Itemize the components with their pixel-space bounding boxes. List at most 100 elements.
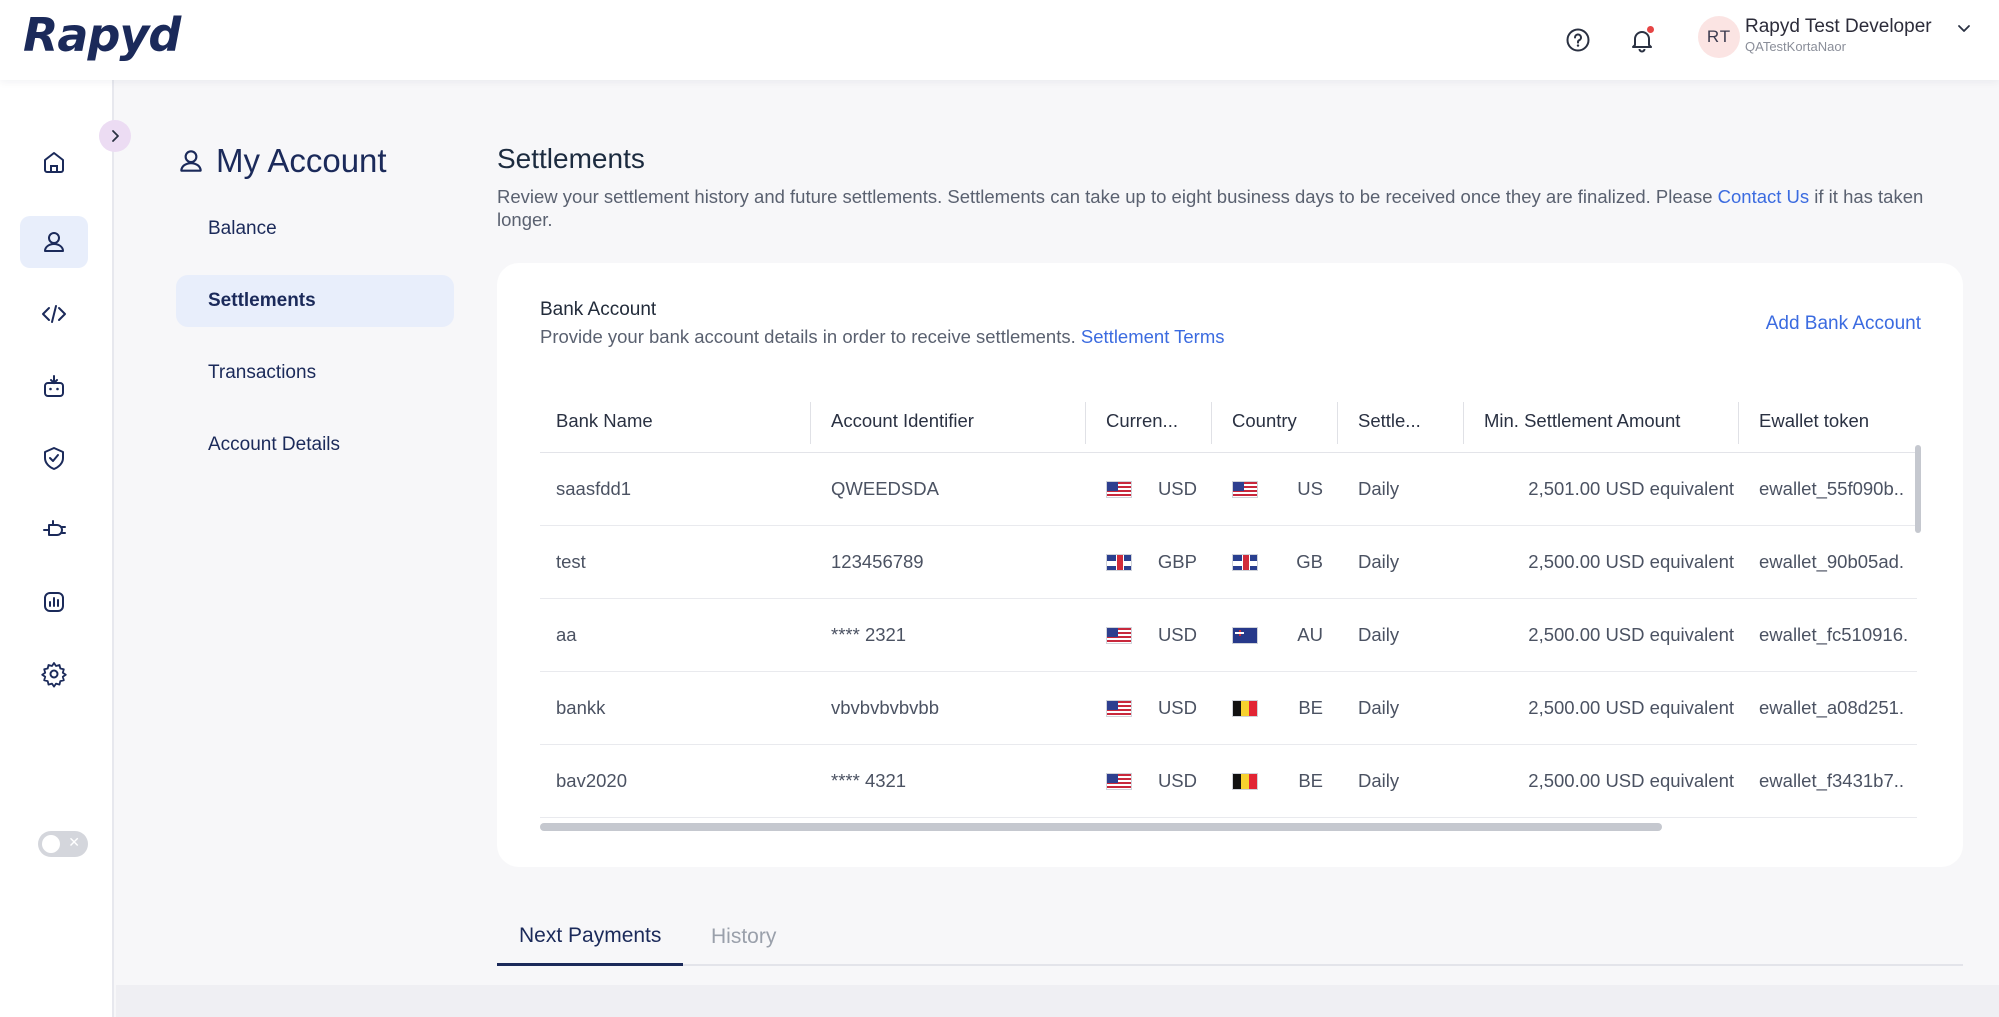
column-header-ewallet-token[interactable]: Ewallet token [1759, 390, 1917, 452]
column-header-country[interactable]: Country [1232, 390, 1342, 452]
card-title: Bank Account [540, 299, 657, 320]
country-flag-icon [1232, 626, 1258, 644]
table-header: Bank Name Account Identifier Curren... C… [540, 390, 1917, 453]
page-description: Review your settlement history and futur… [497, 185, 1957, 231]
country-code: BE [1298, 770, 1323, 791]
min-settlement-cell: 2,500.00 USD equivalent [1528, 551, 1734, 572]
currency-cell: USD [1106, 672, 1211, 744]
table-row[interactable]: bankk vbvbvbvbvbb USD BE Daily 2,500.00 USD e… [540, 672, 1917, 745]
column-header-bank-name[interactable]: Bank Name [556, 390, 806, 452]
account-identifier-cell: vbvbvbvbvbb [831, 697, 939, 718]
settlement-schedule-cell: Daily [1358, 697, 1400, 718]
currency-cell: USD [1106, 453, 1211, 525]
country-cell: BE [1232, 672, 1337, 744]
settlement-tabs: Next Payments History [497, 908, 1963, 966]
chevron-down-icon[interactable] [1952, 16, 1976, 40]
shield-check-icon[interactable] [20, 432, 88, 484]
country-flag-icon [1232, 772, 1258, 790]
expand-sidebar-button[interactable] [99, 120, 131, 152]
settings-icon[interactable] [20, 648, 88, 700]
top-bar: Rapyd RT Rapyd Test Developer QATestKort… [0, 0, 1999, 80]
plug-icon[interactable] [20, 504, 88, 556]
user-icon[interactable] [20, 216, 88, 268]
tab-next-payments[interactable]: Next Payments [497, 908, 684, 966]
page-bottom-area [116, 985, 1999, 1017]
contact-us-link[interactable]: Contact Us [1718, 186, 1810, 207]
column-divider[interactable] [1738, 402, 1739, 444]
rapyd-logo[interactable]: Rapyd [23, 8, 181, 62]
currency-code: GBP [1157, 551, 1197, 572]
column-divider[interactable] [1085, 402, 1086, 444]
org-name: QATestKortaNaor [1745, 39, 1846, 54]
subnav-item-settlements[interactable]: Settlements [176, 275, 454, 327]
vertical-scrollbar[interactable] [1915, 445, 1921, 533]
ewallet-token-cell: ewallet_90b05ad. [1759, 551, 1905, 572]
tab-history[interactable]: History [689, 908, 798, 966]
bank-name-cell: bav2020 [556, 770, 627, 791]
country-cell: GB [1232, 526, 1337, 598]
ewallet-token-cell: ewallet_fc510916. [1759, 624, 1909, 645]
code-icon[interactable] [20, 288, 88, 340]
subnav-title: My Account [176, 142, 387, 180]
column-header-settlement[interactable]: Settle... [1358, 390, 1468, 452]
toggle-knob [42, 835, 60, 853]
theme-toggle[interactable]: ✕ [38, 831, 88, 857]
reports-icon[interactable] [20, 576, 88, 628]
help-icon[interactable] [1560, 22, 1596, 58]
bell-icon[interactable] [1624, 22, 1660, 58]
country-code: AU [1297, 624, 1323, 645]
currency-flag-icon [1106, 626, 1132, 644]
table-row[interactable]: saasfdd1 QWEEDSDA USD US Daily 2,501.00 USD e… [540, 453, 1917, 526]
currency-flag-icon [1106, 699, 1132, 717]
settlement-schedule-cell: Daily [1358, 770, 1400, 791]
bank-name-cell: saasfdd1 [556, 478, 632, 499]
user-name[interactable]: Rapyd Test Developer [1745, 16, 1932, 38]
settlement-terms-link[interactable]: Settlement Terms [1081, 326, 1225, 347]
column-header-account-identifier[interactable]: Account Identifier [831, 390, 1081, 452]
account-identifier-cell: QWEEDSDA [831, 478, 939, 499]
settlement-schedule-cell: Daily [1358, 551, 1400, 572]
account-subnav: My Account Balance Settlements Transacti… [114, 80, 464, 1017]
currency-cell: USD [1106, 599, 1211, 671]
table-row[interactable]: bav2020 **** 4321 USD BE Daily 2,500.00 USD e… [540, 745, 1917, 818]
table-row[interactable]: aa **** 2321 USD AU Daily 2,500.00 USD equiva… [540, 599, 1917, 672]
country-cell: US [1232, 453, 1337, 525]
currency-cell: GBP [1106, 526, 1211, 598]
bank-accounts-table: Bank Name Account Identifier Curren... C… [540, 390, 1917, 820]
country-flag-icon [1232, 699, 1258, 717]
column-divider[interactable] [1463, 402, 1464, 444]
column-header-currency[interactable]: Curren... [1106, 390, 1216, 452]
account-identifier-cell: **** 2321 [831, 624, 907, 645]
min-settlement-cell: 2,500.00 USD equivalent [1528, 770, 1734, 791]
currency-flag-icon [1106, 553, 1132, 571]
subnav-title-text: My Account [216, 142, 387, 179]
close-icon: ✕ [68, 834, 80, 850]
card-subtitle-text: Provide your bank account details in ord… [540, 326, 1076, 347]
ewallet-token-cell: ewallet_f3431b7.. [1759, 770, 1905, 791]
avatar[interactable]: RT [1698, 16, 1740, 58]
column-divider[interactable] [810, 402, 811, 444]
card-subtitle: Provide your bank account details in ord… [540, 326, 1225, 348]
column-header-min-settlement[interactable]: Min. Settlement Amount [1484, 390, 1734, 452]
table-row[interactable]: test 123456789 GBP GB Daily 2,500.00 USD equi… [540, 526, 1917, 599]
bank-name-cell: bankk [556, 697, 606, 718]
chevron-right-icon [112, 130, 119, 142]
country-cell: BE [1232, 745, 1337, 817]
country-code: US [1297, 478, 1323, 499]
subnav-item-account-details[interactable]: Account Details [176, 419, 454, 471]
currency-code: USD [1157, 478, 1197, 499]
home-icon[interactable] [20, 136, 88, 188]
account-identifier-cell: 123456789 [831, 551, 924, 572]
robot-icon[interactable] [20, 360, 88, 412]
ewallet-token-cell: ewallet_55f090b.. [1759, 478, 1905, 499]
country-code: GB [1296, 551, 1323, 572]
currency-cell: USD [1106, 745, 1211, 817]
page-title: Settlements [497, 143, 645, 174]
currency-flag-icon [1106, 480, 1132, 498]
subnav-item-balance[interactable]: Balance [176, 203, 454, 255]
column-divider[interactable] [1211, 402, 1212, 444]
add-bank-account-button[interactable]: Add Bank Account [1766, 313, 1921, 335]
horizontal-scrollbar[interactable] [540, 823, 1662, 831]
column-divider[interactable] [1337, 402, 1338, 444]
subnav-item-transactions[interactable]: Transactions [176, 347, 454, 399]
